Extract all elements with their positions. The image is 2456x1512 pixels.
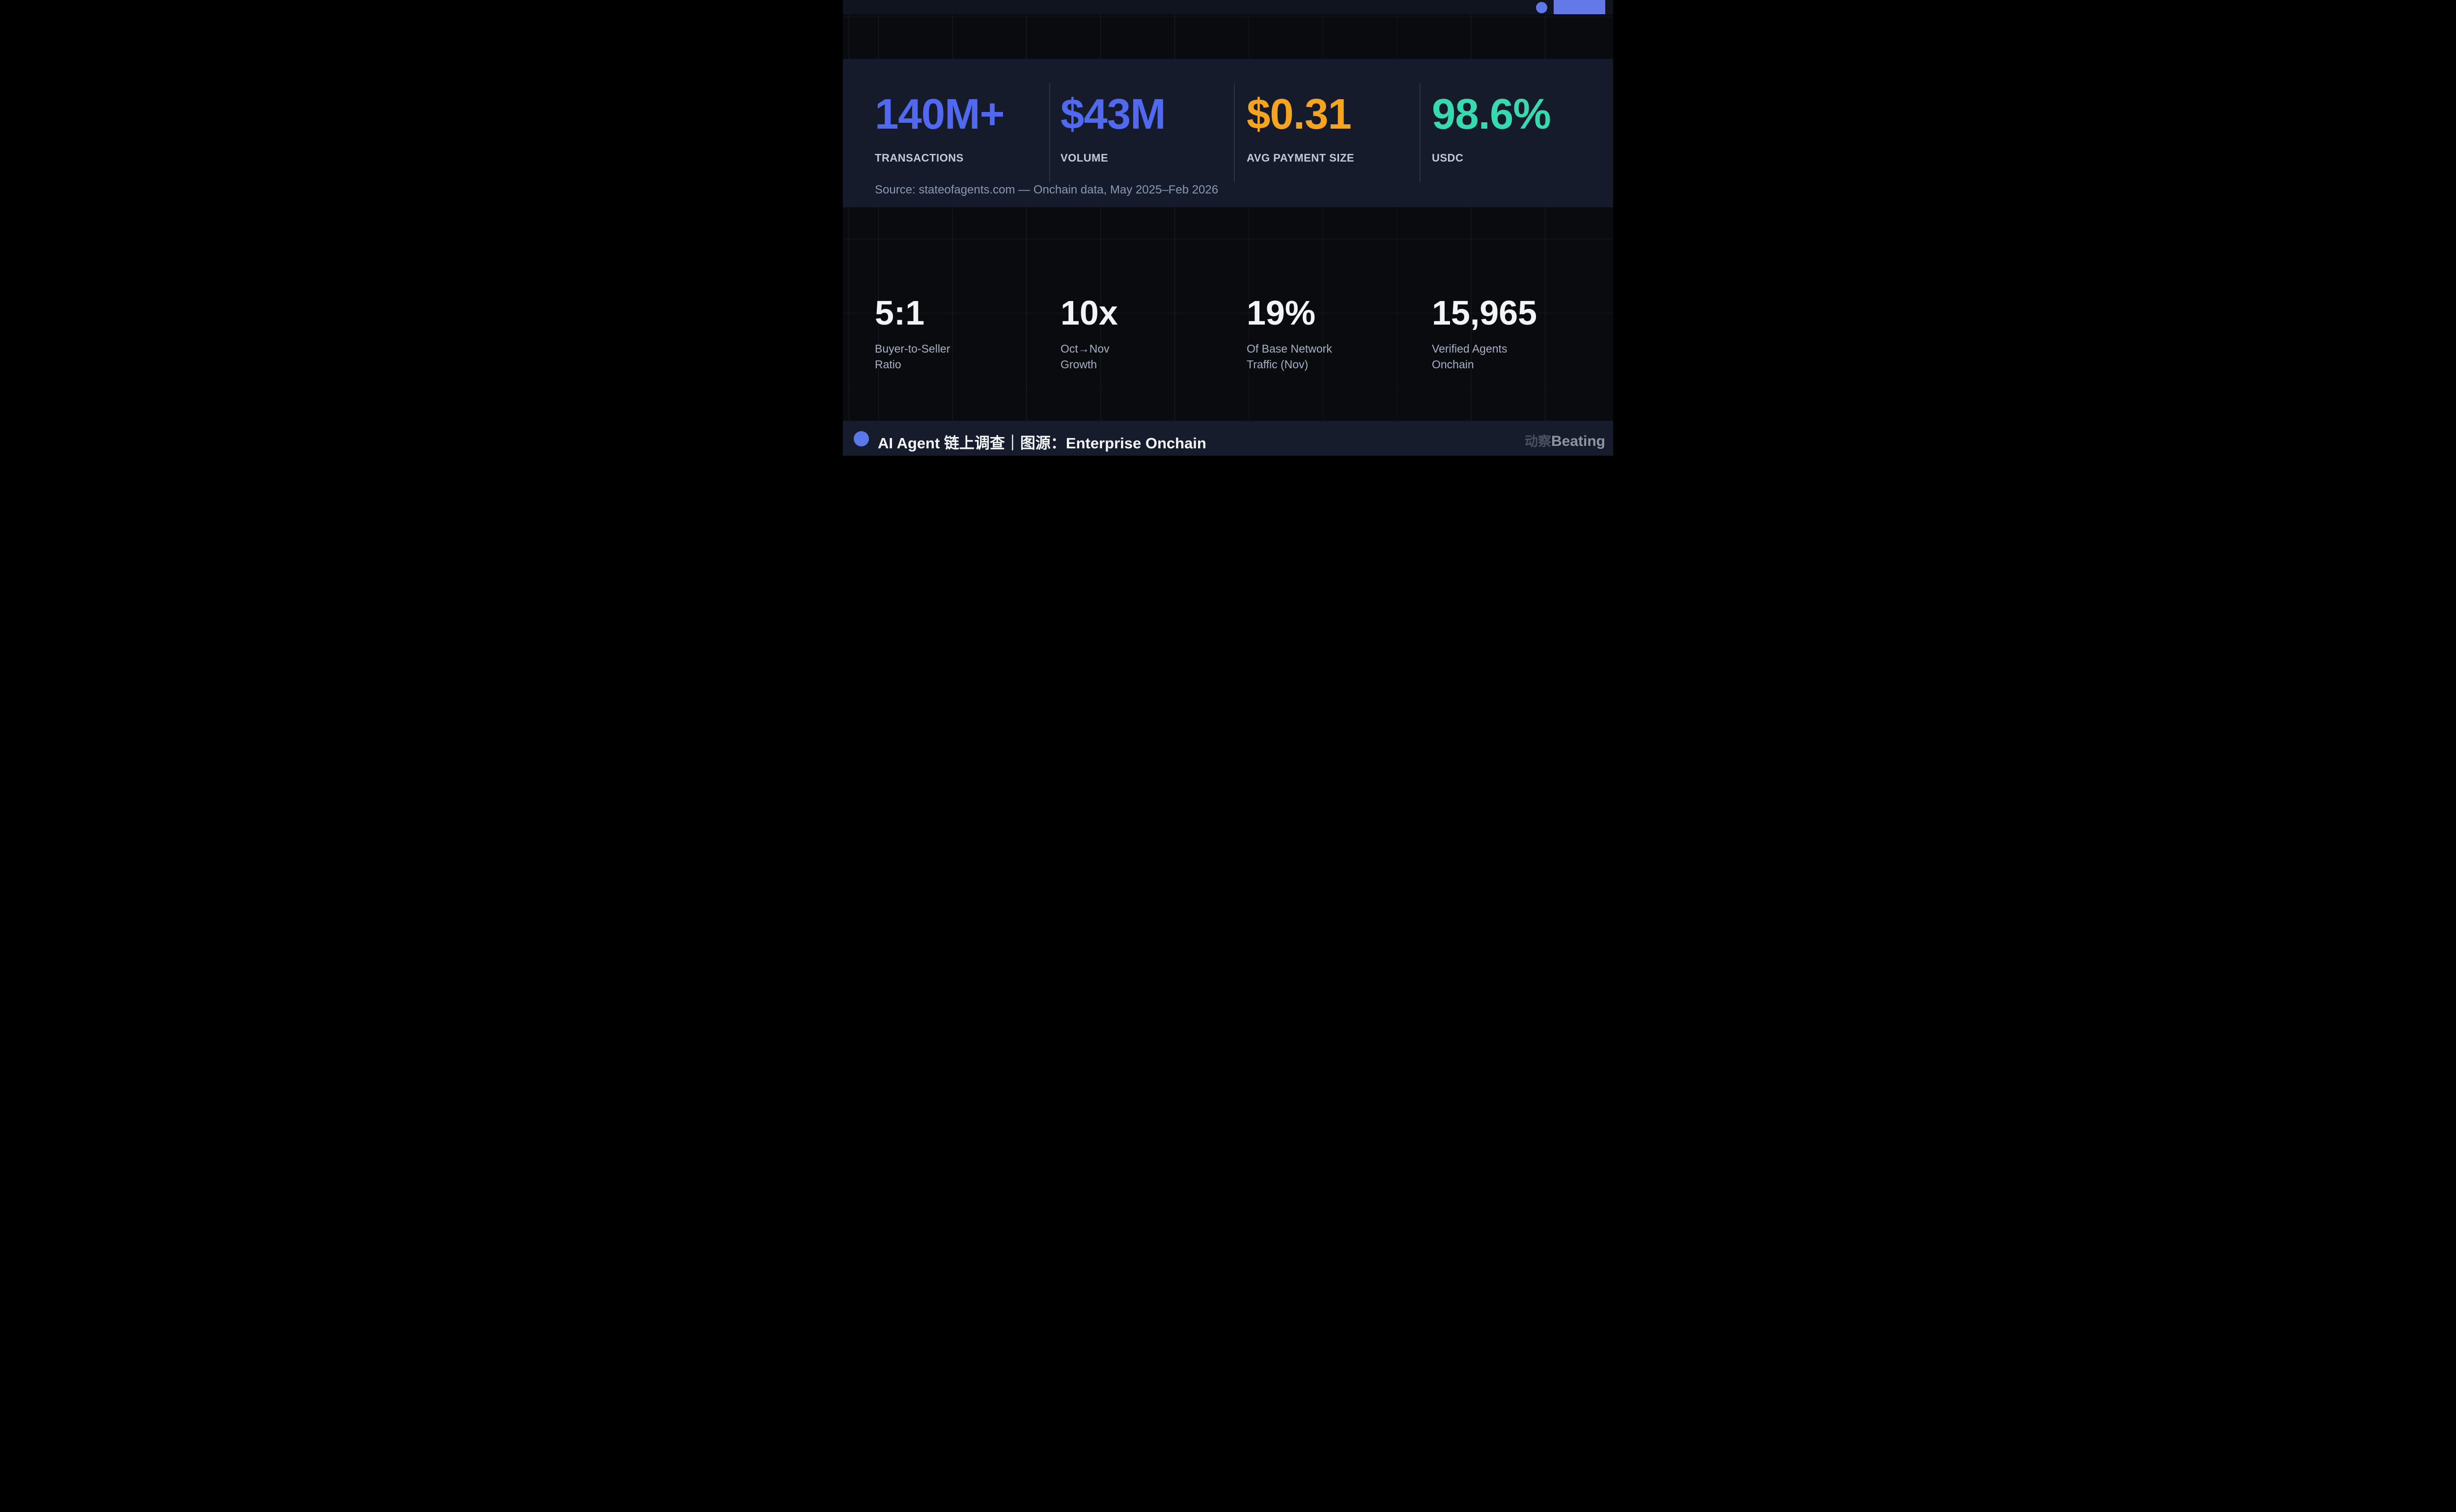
stat-card-buyer-seller-ratio: 5:1 Buyer-to-Seller Ratio [875,296,950,372]
stat-label: Verified Agents Onchain [1432,341,1537,372]
stat-label: Of Base Network Traffic (Nov) [1247,341,1332,372]
stat-value: 15,965 [1432,296,1537,330]
footer-caption: AI Agent 链上调查｜图源：Enterprise Onchain [878,431,1206,453]
column-divider [1420,83,1421,183]
stat-value: 19% [1247,296,1332,330]
stat-label-line: Verified Agents [1432,341,1537,357]
stat-label-line: Traffic (Nov) [1247,357,1332,372]
stat-label-line: Buyer-to-Seller [875,341,950,357]
accent-dot-icon [854,431,869,446]
stat-value: 5:1 [875,296,950,330]
stat-label: TRANSACTIONS [875,152,1004,165]
stat-label: VOLUME [1061,152,1166,165]
stat-label: AVG PAYMENT SIZE [1247,152,1354,165]
stat-label-line: Oct→Nov [1061,341,1118,357]
stat-card-transactions: 140M+ TRANSACTIONS [875,93,1004,165]
stat-card-usdc: 98.6% USDC [1432,93,1551,165]
stat-label: USDC [1432,152,1551,165]
infographic-slide: 140M+ TRANSACTIONS $43M VOLUME $0.31 AVG… [843,0,1613,456]
brand-name-en: Beating [1551,433,1605,450]
footer-bar: AI Agent 链上调查｜图源：Enterprise Onchain 动察Be… [843,421,1613,456]
stat-label: Oct→Nov Growth [1061,341,1118,372]
stat-label-line: Ratio [875,357,950,372]
stat-label-line: Onchain [1432,357,1537,372]
stat-value: $43M [1061,93,1166,136]
accent-dot-icon [1536,2,1547,13]
stat-value: 140M+ [875,93,1004,136]
stat-value: 98.6% [1432,93,1551,136]
brand-logo: 动察Beating [1525,431,1605,450]
stat-label: Buyer-to-Seller Ratio [875,341,950,372]
accent-bar [1554,0,1605,14]
stat-card-volume: $43M VOLUME [1061,93,1166,165]
stat-card-growth: 10x Oct→Nov Growth [1061,296,1118,372]
stat-value: $0.31 [1247,93,1354,136]
brand-name-cn: 动察 [1525,431,1551,450]
stat-label-line: Growth [1061,357,1118,372]
top-bar [843,0,1613,14]
column-divider [1049,83,1050,183]
stat-card-avg-payment: $0.31 AVG PAYMENT SIZE [1247,93,1354,165]
stat-value: 10x [1061,296,1118,330]
stat-card-base-traffic: 19% Of Base Network Traffic (Nov) [1247,296,1332,372]
stat-label-line: Of Base Network [1247,341,1332,357]
column-divider [1234,83,1235,183]
source-note: Source: stateofagents.com — Onchain data… [875,183,1218,197]
primary-stats-panel: 140M+ TRANSACTIONS $43M VOLUME $0.31 AVG… [843,59,1613,207]
stat-card-verified-agents: 15,965 Verified Agents Onchain [1432,296,1537,372]
